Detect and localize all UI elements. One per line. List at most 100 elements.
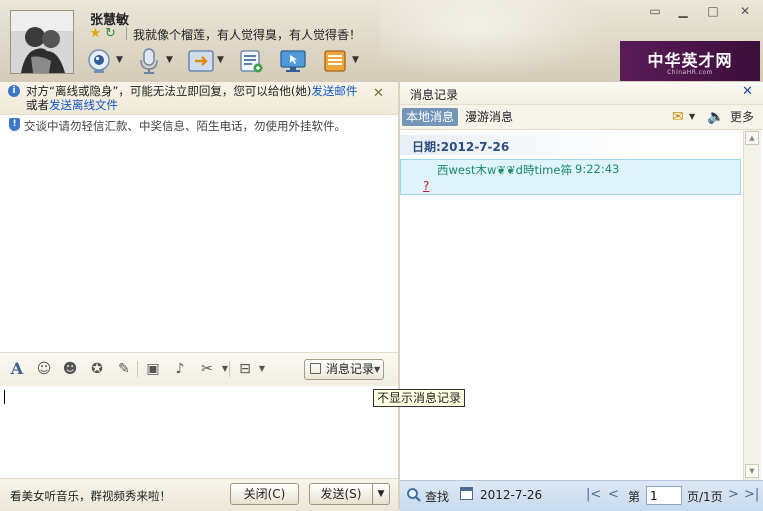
security-notice: ! 交谈中请勿轻信汇款、中奖信息、陌生电话，勿使用外挂软件。	[0, 116, 398, 138]
chat-header: 张慧敏 ★ ↻ 我就像个榴莲，有人觉得臭，有人觉得香！ ▼ ▼ ▼ ▼ ▭ ▁ …	[0, 0, 763, 83]
app-box-button[interactable]	[320, 45, 350, 77]
app-box-icon	[324, 50, 346, 72]
toolbar-separator	[229, 361, 230, 377]
send-email-link[interactable]: 发送邮件	[311, 84, 357, 98]
maximize-icon[interactable]: □	[702, 2, 724, 20]
contact-signature: 我就像个榴莲，有人觉得臭，有人觉得香！	[133, 28, 362, 42]
toolbar-separator	[137, 361, 138, 377]
voice-call-button[interactable]	[134, 45, 164, 77]
scroll-down-icon[interactable]: ▼	[745, 464, 759, 478]
magic-emoji-icon[interactable]: ☻	[61, 360, 79, 378]
history-footer: 查找 2012-7-26 |< < 第 页/1页 > >|	[400, 480, 763, 511]
minimize-icon[interactable]: ▁	[672, 2, 694, 20]
chevron-down-icon[interactable]: ▼	[116, 55, 123, 65]
remote-desktop-button[interactable]	[278, 45, 308, 77]
chevron-down-icon[interactable]: ▼	[689, 108, 695, 126]
chat-pane: i 对方“离线或隐身”，可能无法立即回复，您可以给他(她)发送邮件或者发送离线文…	[0, 82, 398, 511]
history-tabs: 本地消息 漫游消息 ✉ ▼ 🔈 更多	[400, 105, 763, 130]
message-body: ?	[423, 179, 430, 193]
camera-icon	[88, 49, 110, 73]
list-item[interactable]: 西west木w❦❦d時time筗 9:22:43 ?	[400, 159, 741, 195]
ad-subtitle: ChinaHR.com	[667, 69, 713, 76]
prev-page-icon[interactable]: <	[608, 486, 619, 504]
next-page-icon[interactable]: >	[728, 486, 739, 504]
more-icon[interactable]: ⊟	[236, 360, 254, 378]
more-button[interactable]: 更多	[730, 108, 754, 126]
font-icon[interactable]: A	[8, 360, 26, 378]
signature-separator	[126, 27, 127, 40]
chevron-down-icon[interactable]: ▼	[374, 360, 380, 379]
chevron-down-icon[interactable]: ▼	[216, 360, 234, 378]
history-pane: 消息记录 ✕ 本地消息 漫游消息 ✉ ▼ 🔈 更多 日期:2012-7-26 西…	[400, 82, 763, 511]
offline-notice-prefix: 对方“离线或隐身”，可能无法立即回复，您可以给他(她)	[26, 84, 312, 98]
emoji-icon[interactable]: ☺	[35, 360, 53, 378]
tab-roaming-messages[interactable]: 漫游消息	[465, 108, 513, 126]
calendar-icon[interactable]	[460, 487, 473, 500]
message-history-label: 消息记录	[326, 362, 375, 376]
image-icon[interactable]: ▣	[144, 360, 162, 378]
info-icon: i	[8, 85, 20, 97]
close-icon[interactable]: ✕	[742, 84, 753, 99]
text-caret	[4, 390, 5, 404]
video-call-button[interactable]	[84, 45, 114, 77]
chevron-down-icon[interactable]: ▼	[253, 360, 271, 378]
date-label: 日期:2012-7-26	[412, 140, 510, 154]
history-header: 消息记录 ✕	[400, 82, 763, 105]
music-icon[interactable]: ♪	[171, 360, 189, 378]
tab-local-messages[interactable]: 本地消息	[402, 108, 458, 126]
ad-banner[interactable]: 中华英才网 ChinaHR.com	[620, 41, 760, 81]
message-input[interactable]	[0, 386, 398, 478]
refresh-icon[interactable]: ↻	[103, 26, 118, 41]
status-icons: ★ ↻	[88, 26, 118, 41]
history-scrollbar[interactable]: ▲ ▼	[743, 130, 761, 480]
chat-bottom-bar: 看美女听音乐，群视频秀来啦！ 关闭(C) 发送(S) ▼	[0, 478, 398, 511]
input-toolbar: A ☺ ☻ ✪ ✎ ▣ ♪ ✂ ▼ ⊟ ▼ 消息记录 ▼	[0, 352, 398, 388]
find-button[interactable]: 查找	[425, 488, 449, 505]
contact-list-icon	[240, 50, 263, 73]
security-notice-text: 交谈中请勿轻信汇款、中奖信息、陌生电话，勿使用外挂软件。	[24, 119, 346, 133]
remote-desktop-icon	[280, 50, 306, 72]
microphone-icon	[140, 48, 158, 74]
close-icon[interactable]: ✕	[734, 2, 756, 20]
ad-title: 中华英才网	[647, 51, 733, 70]
page-prefix: 第	[628, 490, 641, 504]
shake-window-icon[interactable]: ✪	[88, 360, 106, 378]
close-icon[interactable]: ✕	[373, 86, 384, 101]
contact-avatar[interactable]	[10, 10, 74, 74]
shield-icon: !	[9, 118, 20, 131]
offline-notice-text: 对方“离线或隐身”，可能无法立即回复，您可以给他(她)发送邮件或者发送离线文件	[26, 84, 362, 112]
screenshot-icon[interactable]: ✂	[198, 360, 216, 378]
send-options-button[interactable]: ▼	[372, 483, 390, 505]
date-header: 日期:2012-7-26	[400, 135, 743, 155]
graffiti-icon[interactable]: ✎	[115, 360, 133, 378]
first-page-icon[interactable]: |<	[586, 486, 601, 504]
chevron-down-icon[interactable]: ▼	[352, 55, 359, 65]
chevron-down-icon[interactable]: ▼	[217, 55, 224, 65]
send-offline-file-link[interactable]: 发送离线文件	[49, 98, 118, 112]
send-button[interactable]: 发送(S)	[309, 483, 373, 505]
message-time: 9:22:43	[575, 162, 620, 176]
close-button[interactable]: 关闭(C)	[230, 483, 299, 505]
scroll-up-icon[interactable]: ▲	[745, 131, 759, 145]
offline-notice-middle: 或者	[26, 98, 49, 112]
speaker-icon[interactable]: 🔈	[707, 108, 724, 126]
last-page-icon[interactable]: >|	[744, 486, 759, 504]
header-decoration	[380, 0, 620, 82]
contact-list-button[interactable]	[236, 45, 266, 77]
history-tooltip: 不显示消息记录	[373, 389, 466, 407]
promo-link[interactable]: 看美女听音乐，群视频秀来啦！	[10, 488, 171, 504]
manager-icon[interactable]: ✉	[672, 108, 684, 126]
search-icon[interactable]	[406, 487, 422, 503]
selected-date[interactable]: 2012-7-26	[480, 488, 542, 502]
message-sender: 西west木w❦❦d時time筗	[437, 163, 572, 177]
history-message-list: 日期:2012-7-26 西west木w❦❦d時time筗 9:22:43 ?	[400, 130, 743, 480]
history-icon	[310, 363, 321, 374]
history-title: 消息记录	[410, 88, 459, 102]
skin-icon[interactable]: ▭	[644, 2, 666, 20]
chevron-down-icon[interactable]: ▼	[166, 55, 173, 65]
page-number-input[interactable]	[646, 486, 682, 505]
transfer-file-button[interactable]	[186, 45, 216, 77]
star-icon[interactable]: ★	[88, 26, 103, 41]
page-count: 页/1页	[687, 490, 723, 504]
message-history-button[interactable]: 消息记录 ▼	[304, 359, 384, 380]
